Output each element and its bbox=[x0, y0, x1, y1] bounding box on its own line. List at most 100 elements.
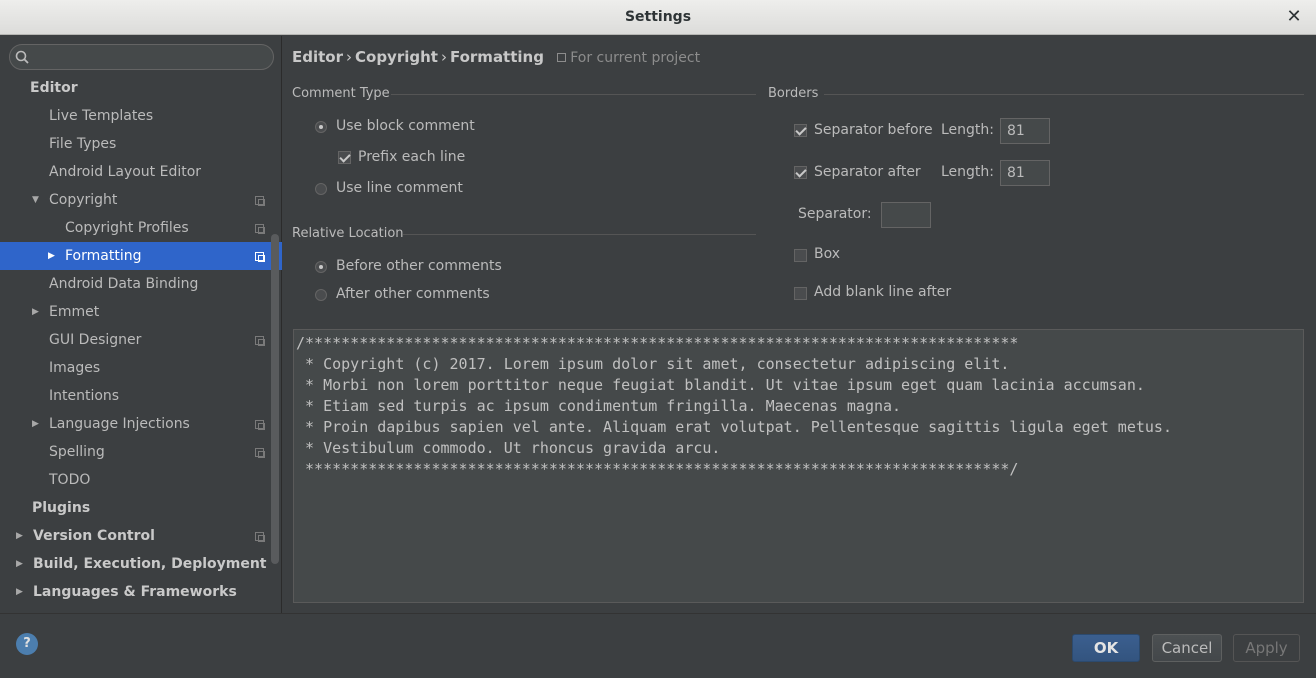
separator-before-label[interactable]: Separator before bbox=[814, 122, 933, 138]
separator-after-length-label: Length: bbox=[941, 164, 995, 180]
sidebar-item-label: File Types bbox=[49, 136, 117, 152]
breadcrumb: Editor › Copyright › Formatting For current … bbox=[292, 48, 700, 66]
use-block-comment-label[interactable]: Use block comment bbox=[336, 118, 475, 134]
box-label[interactable]: Box bbox=[814, 246, 840, 262]
divider bbox=[403, 234, 756, 235]
use-line-comment-label[interactable]: Use line comment bbox=[336, 180, 463, 196]
sidebar-item-android-layout-editor[interactable]: Android Layout Editor bbox=[0, 158, 282, 186]
sidebar-item-label: Formatting bbox=[65, 248, 142, 264]
breadcrumb-copyright: Copyright bbox=[355, 48, 438, 66]
add-blank-line-after-checkbox[interactable] bbox=[794, 287, 807, 300]
sidebar-item-gui-designer[interactable]: GUI Designer bbox=[0, 326, 282, 354]
project-scope-icon bbox=[255, 252, 265, 262]
sidebar-item-label: GUI Designer bbox=[49, 332, 142, 348]
dialog-button-bar: ? OK Cancel Apply bbox=[0, 613, 1316, 678]
project-icon bbox=[557, 53, 567, 62]
project-scope-icon bbox=[255, 448, 265, 458]
sidebar-item-editor[interactable]: Editor bbox=[0, 74, 282, 102]
sidebar-item-label: Language Injections bbox=[49, 416, 190, 432]
settings-sidebar: Editor Live Templates File Types Android La… bbox=[0, 36, 282, 613]
sidebar-item-file-types[interactable]: File Types bbox=[0, 130, 282, 158]
sidebar-item-intentions[interactable]: Intentions bbox=[0, 382, 282, 410]
sidebar-item-label: Android Layout Editor bbox=[49, 164, 202, 180]
separator-input[interactable] bbox=[881, 202, 931, 228]
divider bbox=[391, 94, 756, 95]
search-field[interactable] bbox=[9, 44, 274, 70]
cancel-button[interactable]: Cancel bbox=[1152, 634, 1222, 662]
sidebar-item-label: Copyright Profiles bbox=[65, 220, 189, 236]
breadcrumb-separator: › bbox=[346, 48, 352, 66]
sidebar-item-label: Editor bbox=[30, 80, 78, 96]
sidebar-item-plugins[interactable]: Plugins bbox=[0, 494, 282, 522]
sidebar-item-label: TODO bbox=[49, 472, 91, 488]
separator-after-checkbox[interactable] bbox=[794, 166, 807, 179]
sidebar-item-copyright-profiles[interactable]: Copyright Profiles bbox=[0, 214, 282, 242]
separator-after-label[interactable]: Separator after bbox=[814, 164, 921, 180]
sidebar-item-label: Build, Execution, Deployment bbox=[33, 556, 267, 572]
collapsed-arrow-icon[interactable]: ▶ bbox=[16, 578, 28, 606]
preview-text: /***************************************… bbox=[296, 334, 1172, 478]
sidebar-item-label: Intentions bbox=[49, 388, 120, 404]
sidebar-item-emmet[interactable]: ▶ Emmet bbox=[0, 298, 282, 326]
after-other-comments-label[interactable]: After other comments bbox=[336, 286, 490, 302]
scope-text: For current project bbox=[570, 50, 701, 66]
sidebar-item-formatting[interactable]: ▶ Formatting bbox=[0, 242, 282, 270]
separator-before-length-input[interactable]: 81 bbox=[1000, 118, 1050, 144]
window-title: Settings bbox=[624, 9, 692, 25]
relative-location-title: Relative Location bbox=[292, 226, 404, 241]
sidebar-item-language-injections[interactable]: ▶ Language Injections bbox=[0, 410, 282, 438]
use-line-comment-radio[interactable] bbox=[315, 183, 327, 195]
after-other-comments-radio[interactable] bbox=[315, 289, 327, 301]
sidebar-item-version-control[interactable]: ▶ Version Control bbox=[0, 522, 282, 550]
search-icon bbox=[15, 50, 29, 64]
sidebar-item-languages-frameworks[interactable]: ▶ Languages & Frameworks bbox=[0, 578, 282, 606]
collapsed-arrow-icon[interactable]: ▶ bbox=[16, 550, 28, 578]
sidebar-item-label: Version Control bbox=[33, 528, 155, 544]
expanded-arrow-icon[interactable]: ▼ bbox=[32, 186, 44, 214]
sidebar-item-spelling[interactable]: Spelling bbox=[0, 438, 282, 466]
collapsed-arrow-icon[interactable]: ▶ bbox=[32, 410, 44, 438]
add-blank-line-after-label[interactable]: Add blank line after bbox=[814, 284, 951, 300]
sidebar-item-android-data-binding[interactable]: Android Data Binding bbox=[0, 270, 282, 298]
use-block-comment-radio[interactable] bbox=[315, 121, 327, 133]
project-scope-icon bbox=[255, 532, 265, 542]
sidebar-item-label: Spelling bbox=[49, 444, 105, 460]
before-other-comments-radio[interactable] bbox=[315, 261, 327, 273]
sidebar-item-label: Emmet bbox=[49, 304, 100, 320]
divider bbox=[824, 94, 1304, 95]
apply-button[interactable]: Apply bbox=[1233, 634, 1300, 662]
separator-label: Separator: bbox=[798, 206, 872, 222]
ok-button[interactable]: OK bbox=[1072, 634, 1140, 662]
project-scope-icon bbox=[255, 224, 265, 234]
sidebar-item-label: Copyright bbox=[49, 192, 118, 208]
breadcrumb-separator: › bbox=[440, 48, 447, 66]
sidebar-item-live-templates[interactable]: Live Templates bbox=[0, 102, 282, 130]
project-scope-icon bbox=[255, 196, 265, 206]
sidebar-item-label: Images bbox=[49, 360, 101, 376]
sidebar-item-build-execution-deployment[interactable]: ▶ Build, Execution, Deployment bbox=[0, 550, 282, 578]
sidebar-item-images[interactable]: Images bbox=[0, 354, 282, 382]
settings-tree: Editor Live Templates File Types Android La… bbox=[0, 74, 282, 606]
sidebar-item-label: Languages & Frameworks bbox=[33, 584, 237, 600]
sidebar-item-label: Live Templates bbox=[49, 108, 154, 124]
collapsed-arrow-icon[interactable]: ▶ bbox=[32, 298, 44, 326]
breadcrumb-formatting: Formatting bbox=[449, 48, 544, 66]
collapsed-arrow-icon[interactable]: ▶ bbox=[16, 522, 28, 550]
project-scope-icon bbox=[255, 336, 265, 346]
before-other-comments-label[interactable]: Before other comments bbox=[336, 258, 502, 274]
close-icon[interactable]: ✕ bbox=[1284, 6, 1304, 28]
breadcrumb-editor: Editor bbox=[292, 48, 343, 66]
sidebar-scrollbar[interactable] bbox=[271, 234, 279, 564]
box-checkbox[interactable] bbox=[794, 249, 807, 262]
collapsed-arrow-icon[interactable]: ▶ bbox=[48, 242, 60, 270]
scope-label: For current project bbox=[557, 50, 700, 66]
separator-before-checkbox[interactable] bbox=[794, 124, 807, 137]
separator-after-length-input[interactable]: 81 bbox=[1000, 160, 1050, 186]
formatting-panel: Editor › Copyright › Formatting For current … bbox=[283, 36, 1316, 613]
prefix-each-line-checkbox[interactable] bbox=[338, 151, 351, 164]
help-icon[interactable]: ? bbox=[16, 633, 38, 655]
prefix-each-line-label[interactable]: Prefix each line bbox=[358, 149, 465, 165]
sidebar-item-todo[interactable]: TODO bbox=[0, 466, 282, 494]
project-scope-icon bbox=[255, 420, 265, 430]
sidebar-item-copyright[interactable]: ▼ Copyright bbox=[0, 186, 282, 214]
